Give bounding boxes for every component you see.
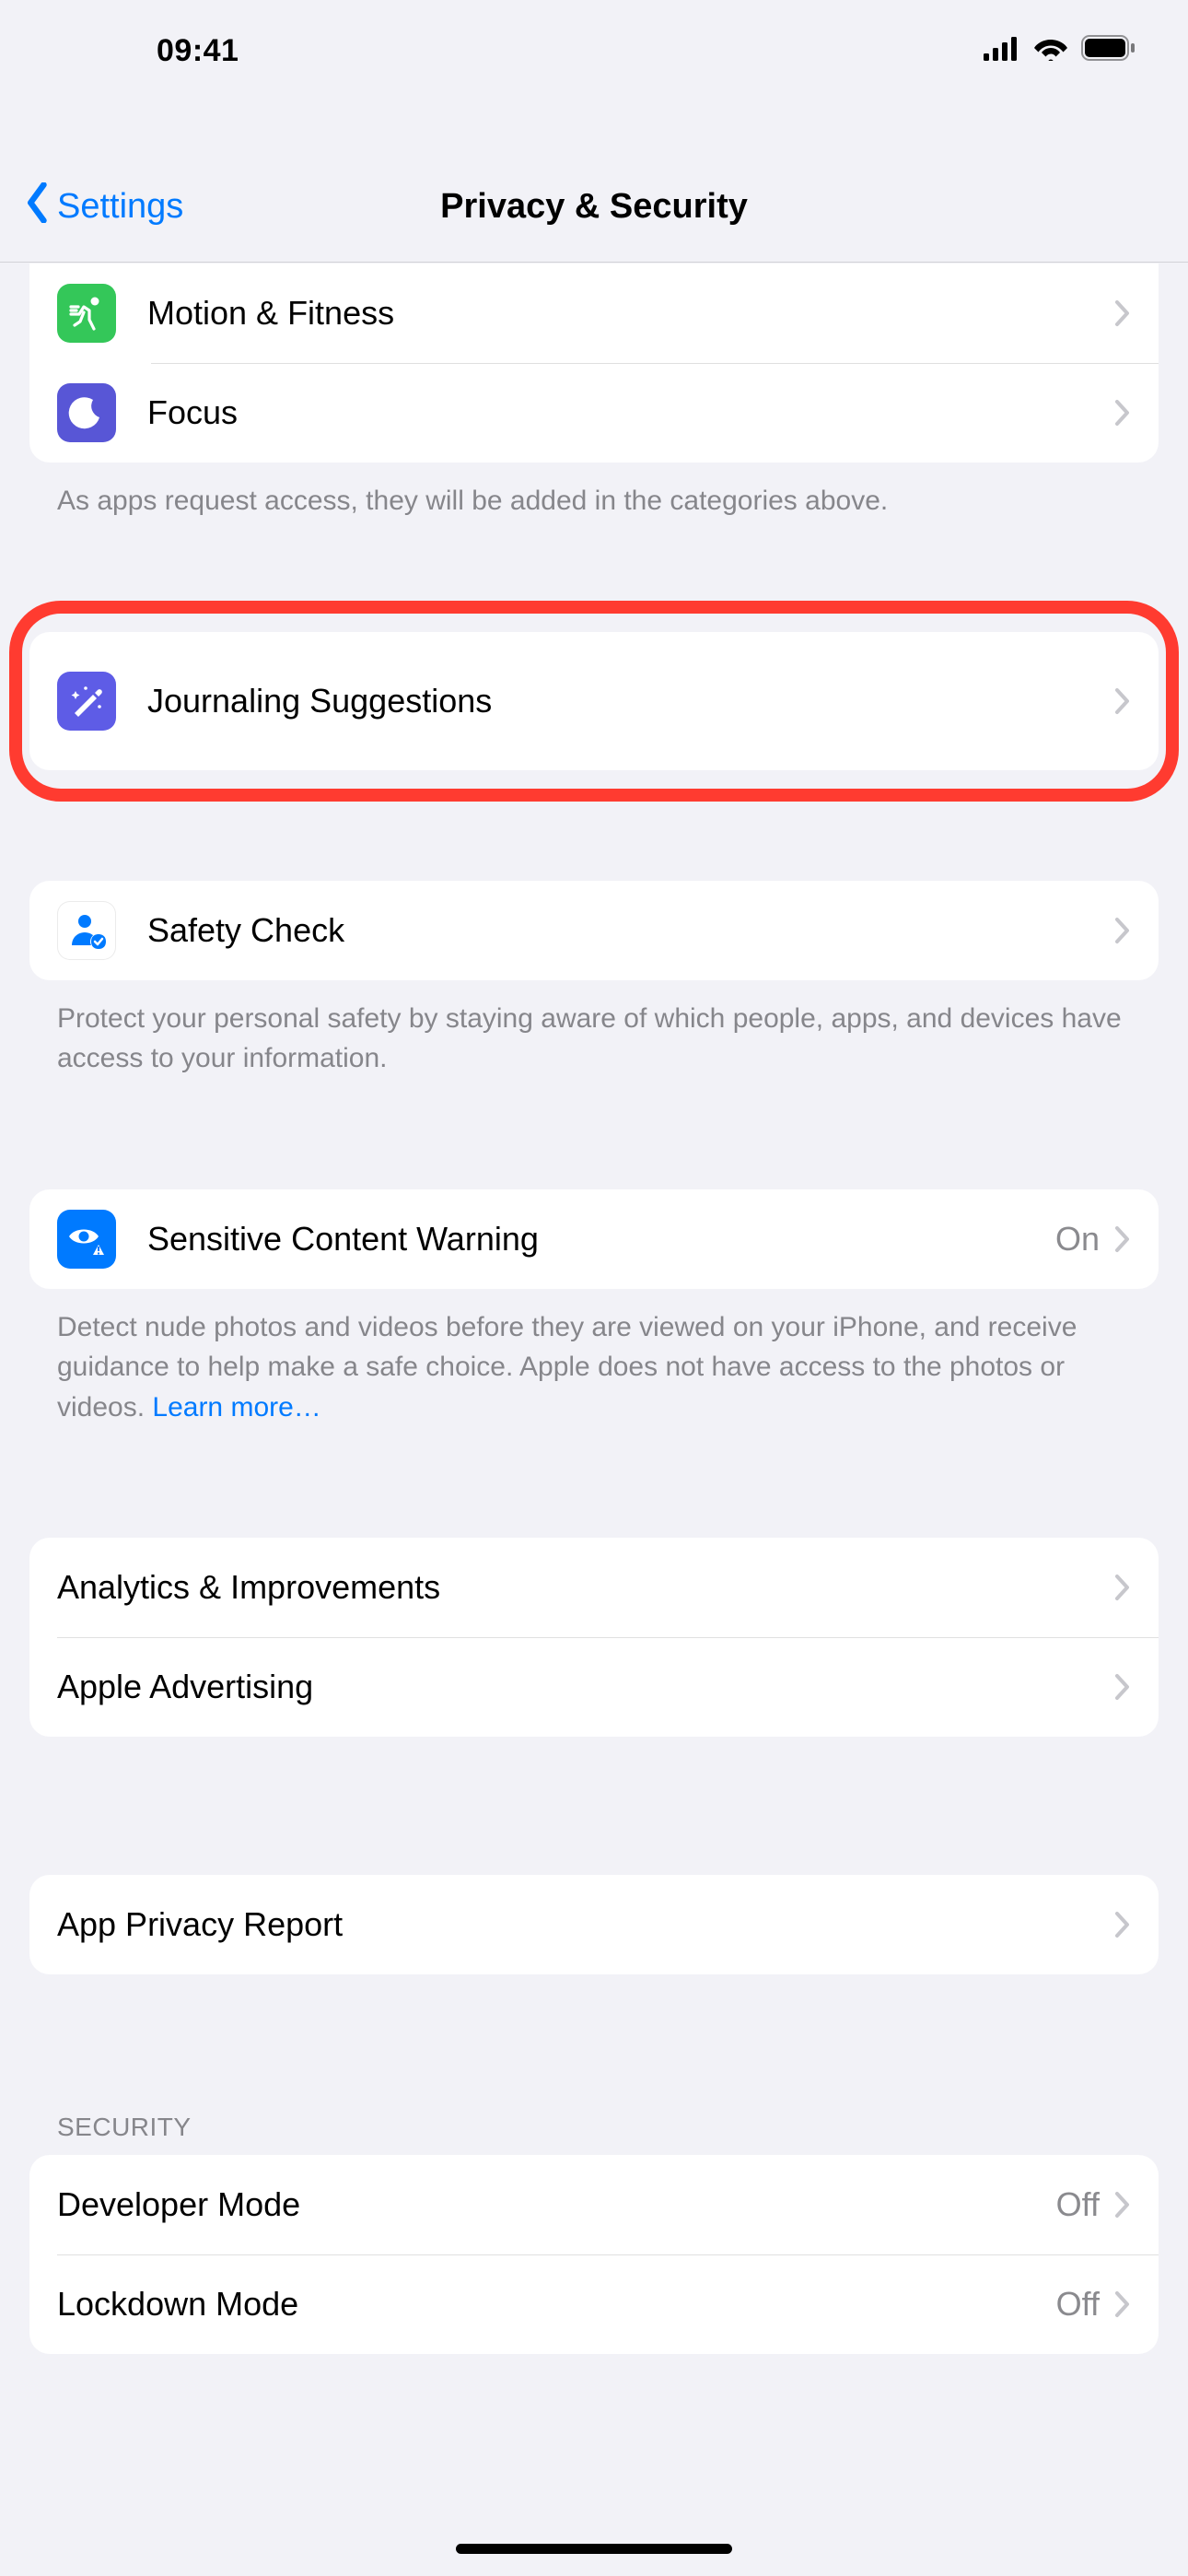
chevron-right-icon [1114, 1673, 1131, 1701]
row-value: On [1055, 1220, 1100, 1259]
group-safety-check: Safety Check [29, 881, 1159, 980]
row-label: Focus [147, 393, 1114, 432]
row-label: Sensitive Content Warning [147, 1220, 1055, 1259]
chevron-right-icon [1114, 687, 1131, 715]
home-indicator [456, 2544, 732, 2554]
chevron-left-icon [24, 182, 52, 232]
row-lockdown-mode[interactable]: Lockdown Mode Off [29, 2254, 1159, 2354]
row-safety-check[interactable]: Safety Check [29, 881, 1159, 980]
nav-back-label: Settings [57, 187, 183, 227]
learn-more-link[interactable]: Learn more… [152, 1392, 320, 1423]
status-bar: 09:41 [0, 0, 1188, 101]
safety-check-icon [57, 901, 116, 960]
row-label: Journaling Suggestions [147, 682, 1114, 720]
row-label: Lockdown Mode [57, 2285, 1056, 2324]
nav-back-button[interactable]: Settings [18, 152, 183, 262]
group-analytics-ads: Analytics & Improvements Apple Advertisi… [29, 1538, 1159, 1737]
row-motion-fitness[interactable]: Motion & Fitness [29, 263, 1159, 363]
row-label: Safety Check [147, 911, 1114, 950]
chevron-right-icon [1114, 1574, 1131, 1601]
row-label: Analytics & Improvements [57, 1568, 1114, 1607]
nav-title: Privacy & Security [440, 187, 748, 227]
section-header-security: SECURITY [29, 2113, 1159, 2155]
status-time: 09:41 [157, 33, 239, 69]
chevron-right-icon [1114, 1225, 1131, 1253]
row-label: Developer Mode [57, 2185, 1056, 2224]
cellular-icon [984, 33, 1020, 69]
row-label: Apple Advertising [57, 1668, 1114, 1706]
footer-scw: Detect nude photos and videos before the… [29, 1289, 1159, 1428]
footer-access: As apps request access, they will be add… [29, 463, 1159, 521]
row-value: Off [1056, 2185, 1100, 2224]
group-journaling: Journaling Suggestions [29, 632, 1159, 770]
chevron-right-icon [1114, 2191, 1131, 2219]
footer-safety: Protect your personal safety by staying … [29, 980, 1159, 1079]
sensitive-content-icon [57, 1210, 116, 1269]
chevron-right-icon [1114, 1911, 1131, 1938]
row-label: Motion & Fitness [147, 294, 1114, 333]
group-access: Motion & Fitness Focus [29, 263, 1159, 463]
settings-content: Motion & Fitness Focus As apps request a… [0, 263, 1188, 2576]
row-app-privacy-report[interactable]: App Privacy Report [29, 1875, 1159, 1974]
group-journaling-wrapper: Journaling Suggestions [29, 632, 1159, 770]
chevron-right-icon [1114, 2290, 1131, 2318]
row-sensitive-content-warning[interactable]: Sensitive Content Warning On [29, 1189, 1159, 1289]
motion-fitness-icon [57, 284, 116, 343]
chevron-right-icon [1114, 917, 1131, 944]
row-journaling-suggestions[interactable]: Journaling Suggestions [29, 632, 1159, 770]
group-scw: Sensitive Content Warning On [29, 1189, 1159, 1289]
status-icons [984, 33, 1136, 69]
row-developer-mode[interactable]: Developer Mode Off [29, 2155, 1159, 2254]
group-security: Developer Mode Off Lockdown Mode Off [29, 2155, 1159, 2354]
row-analytics[interactable]: Analytics & Improvements [29, 1538, 1159, 1637]
chevron-right-icon [1114, 299, 1131, 327]
wifi-icon [1033, 33, 1068, 69]
focus-icon [57, 383, 116, 442]
chevron-right-icon [1114, 399, 1131, 427]
nav-bar: Settings Privacy & Security [0, 152, 1188, 263]
row-label: App Privacy Report [57, 1905, 1114, 1944]
group-privacy-report: App Privacy Report [29, 1875, 1159, 1974]
row-focus[interactable]: Focus [29, 363, 1159, 463]
row-value: Off [1056, 2285, 1100, 2324]
row-apple-advertising[interactable]: Apple Advertising [29, 1637, 1159, 1737]
journaling-icon [57, 672, 116, 731]
battery-icon [1081, 33, 1136, 69]
